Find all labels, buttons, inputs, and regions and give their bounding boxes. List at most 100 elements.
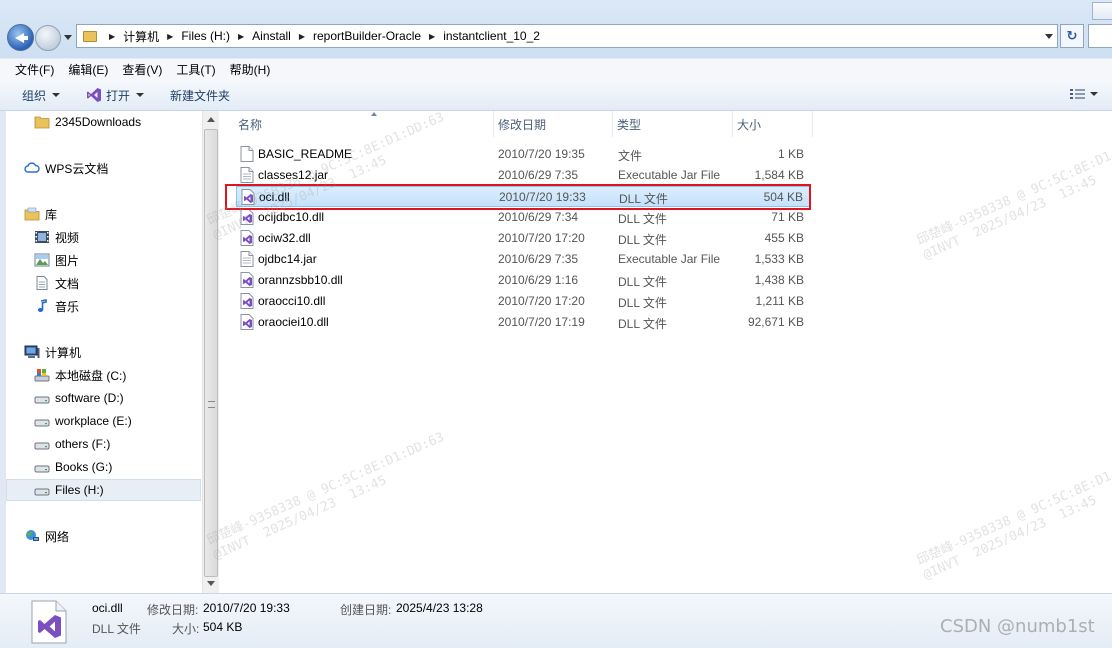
back-button[interactable] xyxy=(7,24,34,51)
file-type: DLL 文件 xyxy=(618,212,667,226)
nav-item-music[interactable]: 音乐 xyxy=(34,295,79,317)
watermark-line: 邱楚峰-9358338 @ 9C:5C:8E:D1:DD:63 xyxy=(914,129,1112,249)
scrollbar-thumb[interactable] xyxy=(204,129,218,577)
breadcrumb-reportbuilder[interactable]: reportBuilder-Oracle xyxy=(313,29,421,43)
chevron-right-icon[interactable]: ▶ xyxy=(167,32,173,41)
file-name: classes12.jar xyxy=(258,168,329,182)
chevron-down-icon xyxy=(136,93,145,97)
menu-view[interactable]: 查看(V) xyxy=(115,61,169,78)
new-folder-button[interactable]: 新建文件夹 xyxy=(170,87,230,104)
watermark: 邱楚峰-9358338 @ 9C:5C:8E:D1:DD:63 @INVT 20… xyxy=(205,430,454,564)
file-row[interactable]: orannzsbb10.dll 2010/6/29 1:16 DLL 文件 1,… xyxy=(236,270,810,291)
nav-item-label: WPS云文档 xyxy=(45,161,109,176)
organize-button[interactable]: 组织 xyxy=(22,87,61,104)
column-headers: 名称 修改日期 类型 大小 xyxy=(234,111,814,137)
chevron-down-icon xyxy=(52,93,61,97)
refresh-icon: ↻ xyxy=(1066,28,1078,43)
file-row[interactable]: ociw32.dll 2010/7/20 17:20 DLL 文件 455 KB xyxy=(236,228,810,249)
jar-file-icon xyxy=(240,167,254,183)
nav-item-wps[interactable]: WPS云文档 xyxy=(24,157,108,179)
drive-icon xyxy=(34,419,50,427)
chevron-right-icon[interactable]: ▶ xyxy=(429,32,435,41)
address-dropdown-icon[interactable] xyxy=(1045,34,1053,39)
scroll-up-icon[interactable] xyxy=(207,117,215,122)
refresh-button[interactable]: ↻ xyxy=(1060,24,1084,48)
open-button[interactable]: 打开 xyxy=(86,87,145,104)
nav-item-documents[interactable]: 文档 xyxy=(34,272,79,294)
window-control-button[interactable] xyxy=(1092,2,1112,20)
nav-item-drive-d[interactable]: software (D:) xyxy=(34,387,124,409)
organize-label: 组织 xyxy=(22,88,47,103)
file-list: 名称 修改日期 类型 大小 BASIC_README 2010/7/20 19:… xyxy=(205,110,1112,593)
nav-item-computer[interactable]: 计算机 xyxy=(24,341,81,363)
menu-file[interactable]: 文件(F) xyxy=(8,61,61,78)
details-size-label: 大小: xyxy=(172,622,200,636)
nav-item-2345downloads[interactable]: 2345Downloads xyxy=(34,111,141,133)
system-drive-icon xyxy=(34,369,50,382)
file-name: ociw32.dll xyxy=(258,231,311,245)
column-header-size[interactable]: 大小 xyxy=(733,111,813,137)
nav-item-label: 计算机 xyxy=(45,345,82,360)
watermark-line: @INVT 2025/04/23 13:45 xyxy=(921,173,1099,264)
details-created-label: 创建日期: xyxy=(340,603,392,617)
network-icon xyxy=(26,530,39,541)
nav-item-drive-h[interactable]: Files (H:) xyxy=(6,479,201,501)
file-name: ojdbc14.jar xyxy=(258,252,317,266)
file-type: Executable Jar File xyxy=(618,252,721,266)
file-name: oraociei10.dll xyxy=(258,315,329,329)
file-row[interactable]: BASIC_README 2010/7/20 19:35 文件 1 KB xyxy=(236,144,810,165)
watermark-line: 邱楚峰-9358338 @ 9C:5C:8E:D1:DD:63 xyxy=(204,429,447,549)
dll-file-icon xyxy=(240,314,254,330)
menu-bar: 文件(F) 编辑(E) 查看(V) 工具(T) 帮助(H) xyxy=(0,58,1112,80)
nav-item-label: Books (G:) xyxy=(55,460,113,474)
file-date: 2010/7/20 17:20 xyxy=(498,294,585,308)
navigation-pane: 2345Downloads WPS云文档 库 视频 图片 文档 音乐 计算机 本… xyxy=(6,111,202,593)
nav-scrollbar[interactable] xyxy=(202,111,219,593)
nav-item-drive-f[interactable]: others (F:) xyxy=(34,433,110,455)
dll-file-large-icon xyxy=(31,600,67,644)
address-bar[interactable]: ▶ 计算机 ▶ Files (H:) ▶ Ainstall ▶ reportBu… xyxy=(76,24,1058,48)
file-name: BASIC_README xyxy=(258,147,353,161)
chevron-right-icon[interactable]: ▶ xyxy=(109,32,115,41)
breadcrumb-instantclient[interactable]: instantclient_10_2 xyxy=(443,29,540,43)
file-row[interactable]: ocijdbc10.dll 2010/6/29 7:34 DLL 文件 71 K… xyxy=(236,207,810,228)
scroll-down-icon[interactable] xyxy=(207,581,215,586)
file-row[interactable]: oraociei10.dll 2010/7/20 17:19 DLL 文件 92… xyxy=(236,312,810,333)
nav-item-library[interactable]: 库 xyxy=(24,203,57,225)
search-input[interactable] xyxy=(1088,24,1112,48)
pictures-icon xyxy=(34,253,50,267)
chevron-right-icon[interactable]: ▶ xyxy=(299,32,305,41)
forward-button[interactable] xyxy=(35,25,61,51)
dll-file-icon xyxy=(240,293,254,309)
menu-edit[interactable]: 编辑(E) xyxy=(61,61,115,78)
document-icon xyxy=(36,276,48,290)
nav-item-label: 本地磁盘 (C:) xyxy=(55,368,127,383)
nav-item-pictures[interactable]: 图片 xyxy=(34,249,79,271)
file-row[interactable]: oraocci10.dll 2010/7/20 17:20 DLL 文件 1,2… xyxy=(236,291,810,312)
computer-icon xyxy=(24,345,40,358)
chevron-down-icon[interactable] xyxy=(1090,92,1098,96)
open-label: 打开 xyxy=(106,88,131,103)
file-row[interactable]: ojdbc14.jar 2010/6/29 7:35 Executable Ja… xyxy=(236,249,810,270)
breadcrumb-ainstall[interactable]: Ainstall xyxy=(252,29,291,43)
nav-item-network[interactable]: 网络 xyxy=(24,525,69,547)
chevron-right-icon[interactable]: ▶ xyxy=(238,32,244,41)
nav-item-drive-g[interactable]: Books (G:) xyxy=(34,456,112,478)
watermark: 邱楚峰-9358338 @ 9C:5C:8E:D1:DD:63 @INVT 20… xyxy=(915,130,1112,264)
file-row[interactable]: classes12.jar 2010/6/29 7:35 Executable … xyxy=(236,165,810,186)
breadcrumb-computer[interactable]: 计算机 xyxy=(123,28,159,45)
view-options-icon[interactable] xyxy=(1070,88,1086,100)
column-header-name[interactable]: 名称 xyxy=(234,111,494,137)
nav-item-label: 库 xyxy=(45,207,58,222)
nav-item-label: 音乐 xyxy=(55,299,80,314)
history-dropdown-icon[interactable] xyxy=(64,35,72,40)
nav-item-drive-e[interactable]: workplace (E:) xyxy=(34,410,132,432)
column-header-type[interactable]: 类型 xyxy=(613,111,733,137)
file-type: DLL 文件 xyxy=(618,317,667,331)
nav-item-drive-c[interactable]: 本地磁盘 (C:) xyxy=(34,364,126,386)
column-header-date[interactable]: 修改日期 xyxy=(494,111,613,137)
menu-tools[interactable]: 工具(T) xyxy=(169,61,222,78)
nav-item-video[interactable]: 视频 xyxy=(34,226,79,248)
breadcrumb-drive-h[interactable]: Files (H:) xyxy=(181,29,230,43)
menu-help[interactable]: 帮助(H) xyxy=(223,61,278,78)
